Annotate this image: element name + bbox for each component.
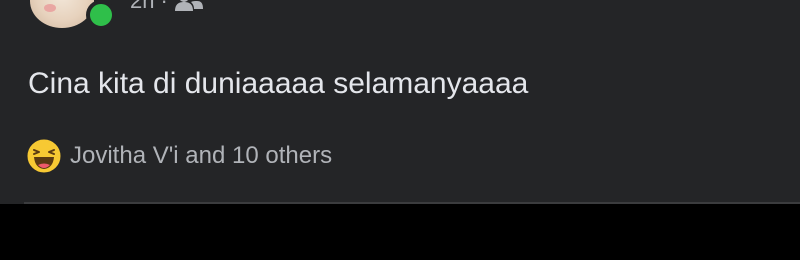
haha-emoji-icon <box>26 138 62 174</box>
friends-icon <box>174 0 204 12</box>
online-status-indicator <box>86 0 116 30</box>
post-meta: 2h · <box>130 0 204 16</box>
reactions-summary[interactable]: Jovitha V'i and 10 others <box>26 138 332 174</box>
post-card: 2h · Cina kita di duniaaaaa selamanyaaaa… <box>0 0 800 204</box>
post-text: Cina kita di duniaaaaa selamanyaaaa <box>28 67 529 100</box>
avatar-cheek <box>44 4 56 12</box>
post-divider <box>24 202 800 204</box>
post-timestamp[interactable]: 2h <box>130 0 154 14</box>
meta-separator: · <box>160 0 168 13</box>
author-avatar[interactable] <box>30 0 94 28</box>
reactions-count-text: Jovitha V'i and 10 others <box>70 142 333 169</box>
